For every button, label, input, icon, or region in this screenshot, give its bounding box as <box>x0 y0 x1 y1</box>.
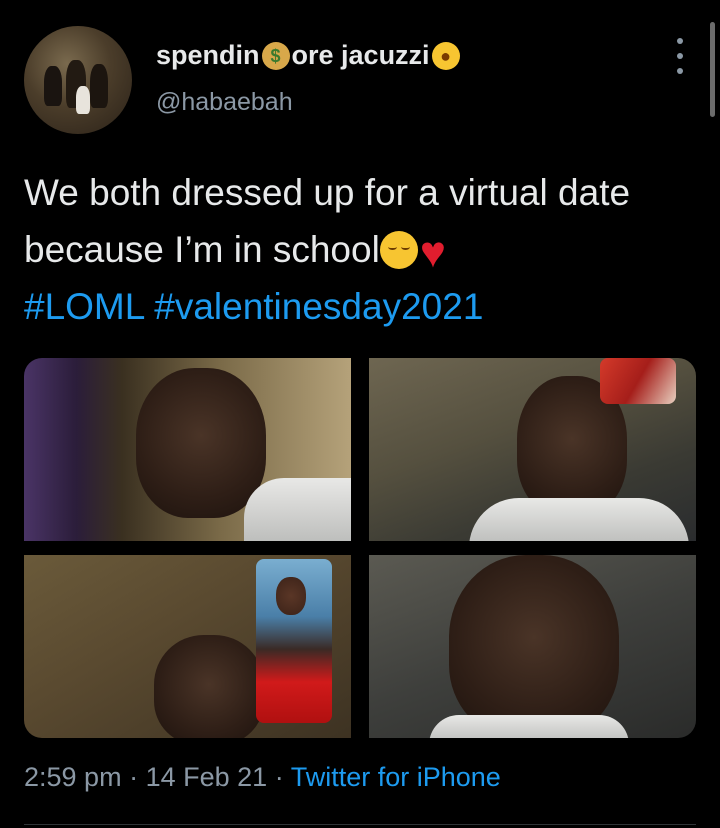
picture-in-picture-video[interactable] <box>256 559 332 723</box>
photo-3[interactable] <box>24 555 351 738</box>
separator: · <box>129 762 139 792</box>
avatar[interactable] <box>24 26 132 134</box>
face <box>154 635 264 738</box>
zany-face-icon: ● <box>431 41 460 70</box>
red-heart-icon: ♥ <box>419 228 446 277</box>
avatar-figure <box>90 64 108 108</box>
tweet-text: We both dressed up for a virtual date be… <box>24 164 684 335</box>
shirt <box>244 478 351 541</box>
tweet-time[interactable]: 2:59 pm <box>24 762 122 792</box>
user-handle[interactable]: @habaebah <box>156 88 293 117</box>
relieved-face-icon <box>379 231 418 269</box>
photo-2[interactable] <box>369 358 696 541</box>
dot <box>677 68 683 74</box>
divider <box>24 824 696 825</box>
dot <box>677 38 683 44</box>
display-name[interactable]: spendin $ ore jacuzzi ● <box>156 40 462 71</box>
tweet-date[interactable]: 14 Feb 21 <box>146 762 268 792</box>
face <box>136 368 266 518</box>
money-bag-icon: $ <box>261 41 290 70</box>
tweet-header: spendin $ ore jacuzzi ● @habaebah <box>0 0 720 140</box>
dot <box>677 53 683 59</box>
shirt <box>429 715 629 738</box>
face <box>449 555 619 738</box>
photo-4[interactable] <box>369 555 696 738</box>
picture-in-picture-video[interactable] <box>600 358 676 404</box>
display-name-part2: ore jacuzzi <box>291 40 430 70</box>
scrollbar[interactable] <box>710 22 715 117</box>
pip-face <box>276 577 306 615</box>
shirt <box>469 498 689 541</box>
photo-1[interactable] <box>24 358 351 541</box>
display-name-part1: spendin <box>156 40 260 70</box>
tweet-body: We both dressed up for a virtual date be… <box>24 172 631 270</box>
more-options-icon[interactable] <box>668 38 692 74</box>
separator: · <box>274 762 284 792</box>
avatar-figure <box>44 66 62 106</box>
tweet-source-link[interactable]: Twitter for iPhone <box>291 762 501 792</box>
media-grid <box>24 358 696 738</box>
hashtag-valentinesday2021[interactable]: #valentinesday2021 <box>154 286 483 327</box>
tweet-timestamp: 2:59 pm · 14 Feb 21 · Twitter for iPhone <box>24 762 501 793</box>
avatar-figure <box>76 86 90 114</box>
hashtag-loml[interactable]: #LOML <box>24 286 144 327</box>
